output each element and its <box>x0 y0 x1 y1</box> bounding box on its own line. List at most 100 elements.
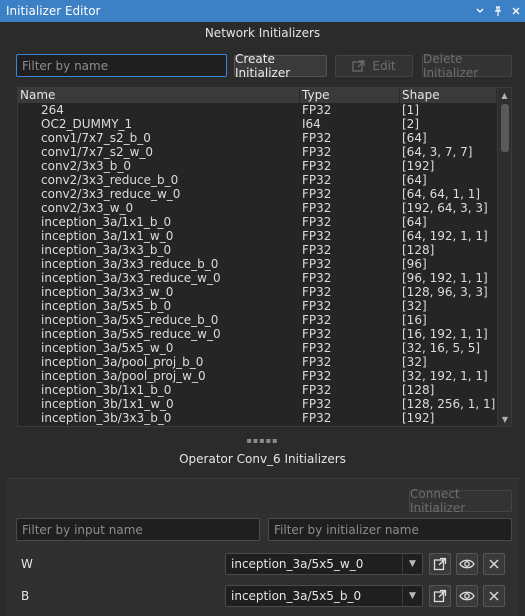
column-header-shape[interactable]: Shape <box>400 88 497 103</box>
eye-icon <box>459 591 475 601</box>
row-name-cell: inception_3a/pool_proj_b_0 <box>41 355 204 369</box>
table-row[interactable]: inception_3a/pool_proj_w_0 FP32 [32, 192, … <box>18 369 511 383</box>
table-row[interactable]: inception_3a/3x3_b_0 FP32 [128] <box>18 243 511 257</box>
row-name-cell: inception_3a/3x3_reduce_b_0 <box>41 257 219 271</box>
row-shape-cell: [32, 16, 5, 5] <box>402 341 481 355</box>
table-row[interactable]: inception_3a/1x1_b_0 FP32 [64] <box>18 215 511 229</box>
splitter-grip-icon: ▪▪▪▪▪ <box>246 435 279 445</box>
row-name-cell: inception_3a/3x3_reduce_w_0 <box>41 271 221 285</box>
external-link-icon <box>433 557 447 571</box>
row-name-cell: 264 <box>41 103 64 117</box>
row-shape-cell: [32] <box>402 299 427 313</box>
row-type-cell: FP32 <box>302 103 332 117</box>
table-row[interactable]: conv2/3x3_b_0 FP32 [192] <box>18 159 511 173</box>
filter-by-name-input[interactable] <box>16 54 227 77</box>
row-type-cell: FP32 <box>302 355 332 369</box>
edit-button[interactable]: Edit <box>335 55 413 77</box>
float-window-icon[interactable] <box>471 0 489 22</box>
row-name-cell: conv2/3x3_b_0 <box>41 159 131 173</box>
row-name-cell: inception_3a/pool_proj_w_0 <box>41 369 206 383</box>
create-initializer-button[interactable]: Create Initializer <box>234 52 327 80</box>
row-shape-cell: [1] <box>402 103 419 117</box>
close-icon[interactable] <box>507 0 525 22</box>
row-shape-cell: [128, 96, 3, 3] <box>402 285 488 299</box>
edit-button-label: Edit <box>372 59 396 73</box>
row-shape-cell: [64] <box>402 173 427 187</box>
row-name-cell: conv2/3x3_reduce_w_0 <box>41 187 181 201</box>
row-type-cell: FP32 <box>302 257 332 271</box>
table-row[interactable]: conv1/7x7_s2_b_0 FP32 [64] <box>18 131 511 145</box>
table-row[interactable]: inception_3a/3x3_reduce_b_0 FP32 [96] <box>18 257 511 271</box>
row-name-cell: inception_3a/5x5_w_0 <box>41 341 174 355</box>
table-row[interactable]: OC2_DUMMY_1 I64 [2] <box>18 117 511 131</box>
slot-w-open-button[interactable] <box>429 553 451 575</box>
table-row[interactable]: inception_3a/3x3_w_0 FP32 [128, 96, 3, 3] <box>18 285 511 299</box>
table-header: Name Type Shape <box>18 88 511 103</box>
row-shape-cell: [64] <box>402 215 427 229</box>
row-name-cell: conv2/3x3_w_0 <box>41 201 134 215</box>
slot-b-selected-value: inception_3a/5x5_b_0 <box>231 589 362 603</box>
close-icon <box>489 559 499 569</box>
row-shape-cell: [32] <box>402 355 427 369</box>
slot-w-disconnect-button[interactable] <box>483 553 505 575</box>
row-name-cell: conv1/7x7_s2_w_0 <box>41 145 154 159</box>
slot-b-disconnect-button[interactable] <box>483 585 505 607</box>
row-type-cell: FP32 <box>302 201 332 215</box>
connect-initializer-button[interactable]: Connect Initializer <box>409 487 512 515</box>
slot-b-open-button[interactable] <box>429 585 451 607</box>
table-row[interactable]: inception_3a/5x5_b_0 FP32 [32] <box>18 299 511 313</box>
panel-splitter[interactable]: ▪▪▪▪▪ <box>0 435 525 445</box>
table-row[interactable]: 264 FP32 [1] <box>18 103 511 117</box>
row-type-cell: FP32 <box>302 159 332 173</box>
row-shape-cell: [64, 64, 1, 1] <box>402 187 481 201</box>
row-type-cell: FP32 <box>302 173 332 187</box>
network-initializers-table: Name Type Shape 264 FP32 [1] OC2_DUMMY_1 I64… <box>17 87 512 427</box>
row-type-cell: FP32 <box>302 187 332 201</box>
row-name-cell: conv1/7x7_s2_b_0 <box>41 131 151 145</box>
table-row[interactable]: conv2/3x3_reduce_b_0 FP32 [64] <box>18 173 511 187</box>
row-shape-cell: [64, 3, 7, 7] <box>402 145 473 159</box>
slot-b-initializer-select[interactable]: inception_3a/5x5_b_0 ▼ <box>225 585 423 607</box>
pin-icon[interactable] <box>489 0 507 22</box>
scroll-up-arrow-icon[interactable]: ▲ <box>498 88 511 102</box>
table-row[interactable]: conv2/3x3_reduce_w_0 FP32 [64, 64, 1, 1] <box>18 187 511 201</box>
row-name-cell: inception_3b/1x1_w_0 <box>41 397 174 411</box>
row-name-cell: inception_3a/5x5_b_0 <box>41 299 172 313</box>
table-vertical-scrollbar[interactable]: ▲ ▼ <box>497 88 511 426</box>
row-name-cell: inception_3a/3x3_b_0 <box>41 243 172 257</box>
chevron-down-icon[interactable]: ▼ <box>402 554 422 574</box>
table-body: 264 FP32 [1] OC2_DUMMY_1 I64 [2] conv1/7x7_s2_… <box>18 103 511 425</box>
table-row[interactable]: inception_3b/1x1_w_0 FP32 [128, 256, 1, 1] <box>18 397 511 411</box>
row-type-cell: FP32 <box>302 341 332 355</box>
row-name-cell: inception_3b/1x1_b_0 <box>41 383 172 397</box>
column-header-type[interactable]: Type <box>300 88 400 103</box>
delete-initializer-button[interactable]: Delete Initializer <box>422 52 512 80</box>
table-row[interactable]: inception_3a/5x5_reduce_b_0 FP32 [16] <box>18 313 511 327</box>
table-row[interactable]: conv1/7x7_s2_w_0 FP32 [64, 3, 7, 7] <box>18 145 511 159</box>
slot-w-initializer-select[interactable]: inception_3a/5x5_w_0 ▼ <box>225 553 423 575</box>
table-row[interactable]: inception_3a/pool_proj_b_0 FP32 [32] <box>18 355 511 369</box>
table-row[interactable]: conv2/3x3_w_0 FP32 [192, 64, 3, 3] <box>18 201 511 215</box>
table-row[interactable]: inception_3a/5x5_reduce_w_0 FP32 [16, 192,… <box>18 327 511 341</box>
row-shape-cell: [32, 192, 1, 1] <box>402 369 488 383</box>
row-name-cell: inception_3a/5x5_reduce_w_0 <box>41 327 221 341</box>
row-type-cell: FP32 <box>302 215 332 229</box>
row-shape-cell: [192] <box>402 159 435 173</box>
slot-label-w: W <box>21 557 33 571</box>
scrollbar-thumb[interactable] <box>501 104 509 152</box>
slot-b-view-button[interactable] <box>456 585 478 607</box>
row-type-cell: FP32 <box>302 411 332 425</box>
operator-initializers-heading: Operator Conv_6 Initializers <box>179 452 346 466</box>
scroll-down-arrow-icon[interactable]: ▼ <box>498 412 511 426</box>
filter-by-initializer-name-input[interactable] <box>268 518 512 541</box>
chevron-down-icon[interactable]: ▼ <box>402 586 422 606</box>
row-type-cell: I64 <box>302 117 321 131</box>
slot-w-view-button[interactable] <box>456 553 478 575</box>
table-row[interactable]: inception_3a/5x5_w_0 FP32 [32, 16, 5, 5] <box>18 341 511 355</box>
table-row[interactable]: inception_3b/1x1_b_0 FP32 [128] <box>18 383 511 397</box>
filter-by-input-name-input[interactable] <box>16 518 260 541</box>
table-row[interactable]: inception_3a/1x1_w_0 FP32 [64, 192, 1, 1] <box>18 229 511 243</box>
column-header-name[interactable]: Name <box>18 88 300 103</box>
table-row[interactable]: inception_3b/3x3_b_0 FP32 [192] <box>18 411 511 425</box>
table-row[interactable]: inception_3a/3x3_reduce_w_0 FP32 [96, 192,… <box>18 271 511 285</box>
